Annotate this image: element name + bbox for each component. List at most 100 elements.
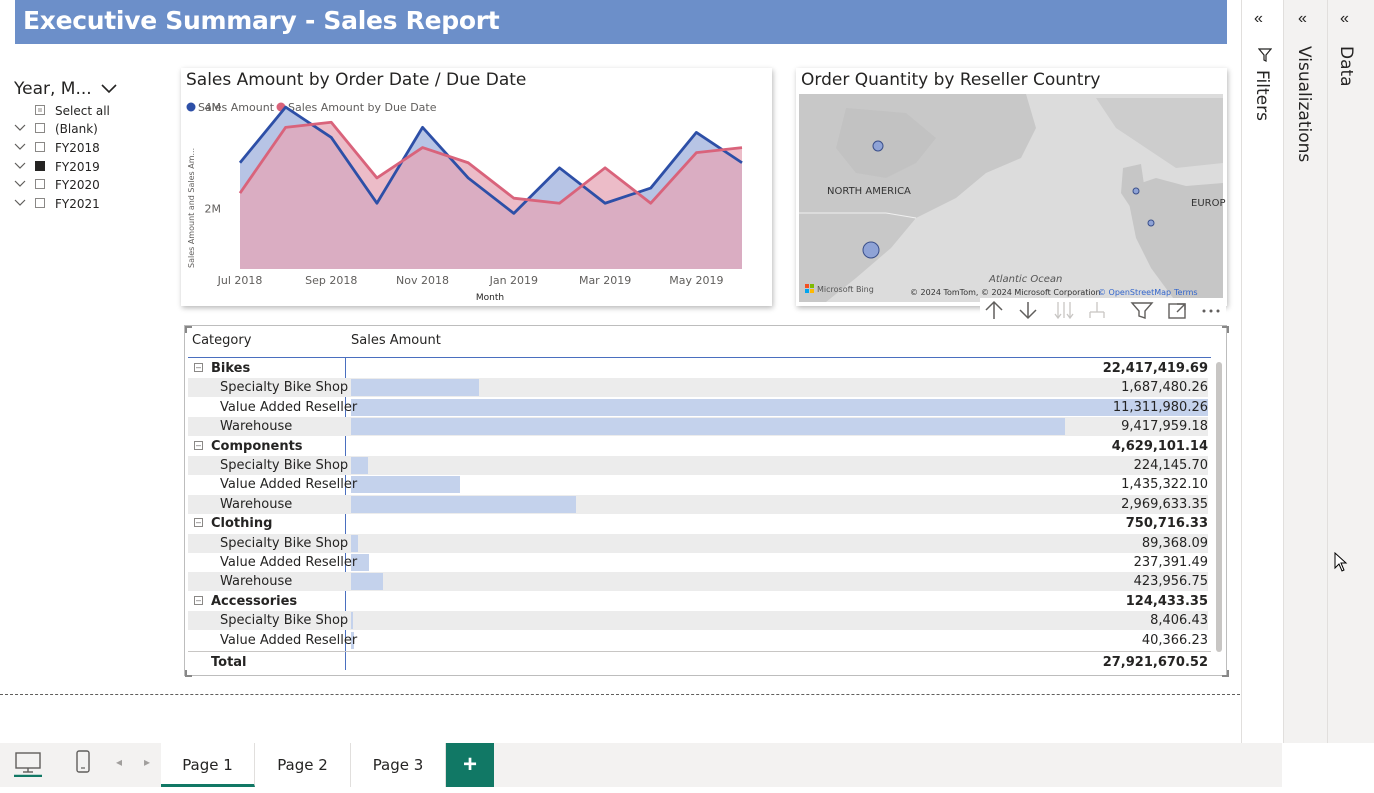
focus-mode-icon[interactable]	[1168, 303, 1186, 319]
row-value: 237,391.49	[1133, 555, 1208, 570]
slicer-item-label: (Blank)	[55, 122, 98, 136]
collapse-visualizations-icon[interactable]: «	[1298, 10, 1307, 28]
collapse-icon[interactable]: –	[194, 518, 203, 528]
group-label: Clothing	[211, 516, 273, 532]
x-tick-label: Sep 2018	[305, 274, 357, 287]
group-label: Components	[211, 438, 303, 454]
map-bubble[interactable]	[1132, 187, 1140, 195]
map-label-europe: EUROP	[1191, 198, 1226, 209]
chevron-down-icon[interactable]	[14, 142, 26, 152]
table-row-band	[188, 494, 1208, 514]
tab-page-1[interactable]: Page 1	[161, 743, 255, 787]
map-bubble[interactable]	[1147, 219, 1155, 227]
line-chart-canvas: Sales Amount Sales Amount by Due Date4M2M…	[186, 101, 743, 303]
legend-label[interactable]: Sales Amount by Due Date	[288, 101, 437, 114]
slicer-item[interactable]: (Blank)	[14, 121, 164, 139]
next-page-icon[interactable]: ▸	[144, 755, 150, 769]
reseller-country-map[interactable]: Order Quantity by Reseller Country NORTH…	[796, 68, 1227, 306]
resize-handle[interactable]	[1222, 670, 1229, 677]
collapse-icon[interactable]: –	[194, 363, 203, 372]
y-tick-label: 2M	[205, 202, 222, 215]
slicer-item-label: FY2020	[55, 178, 100, 192]
column-header-sales-amount[interactable]: Sales Amount	[351, 333, 441, 348]
drill-down-icon[interactable]	[1019, 302, 1037, 320]
expand-hierarchy-icon[interactable]	[1089, 302, 1105, 318]
chevron-down-icon[interactable]	[14, 198, 26, 208]
slicer-checkbox[interactable]	[35, 161, 45, 171]
map-bubble[interactable]	[862, 241, 880, 259]
slicer-item-label: Select all	[55, 104, 110, 118]
column-header-category[interactable]: Category	[192, 333, 251, 348]
mobile-layout-icon[interactable]	[75, 749, 91, 775]
chevron-down-icon[interactable]	[14, 179, 26, 189]
map-attribution: © 2024 TomTom, © 2024 Microsoft Corporat…	[910, 288, 1101, 297]
filter-icon[interactable]	[1130, 302, 1154, 319]
map-terms-link[interactable]: Terms	[1173, 288, 1198, 297]
resize-handle[interactable]	[185, 326, 192, 333]
x-tick-label: May 2019	[669, 274, 723, 287]
slicer-checkbox[interactable]	[35, 105, 45, 115]
row-value: 1,435,322.10	[1121, 477, 1208, 493]
collapse-filters-icon[interactable]: «	[1254, 10, 1263, 28]
group-label: Bikes	[211, 361, 251, 376]
slicer-checkbox[interactable]	[35, 142, 45, 152]
collapse-icon[interactable]: –	[194, 595, 203, 605]
slicer-item[interactable]: FY2019	[14, 159, 164, 177]
row-value: 40,366.23	[1141, 632, 1208, 648]
previous-page-icon[interactable]: ◂	[116, 755, 122, 769]
row-label: Value Added Reseller	[220, 399, 358, 415]
expand-all-down-icon[interactable]	[1054, 302, 1074, 320]
drill-up-icon[interactable]	[985, 300, 1003, 319]
slicer-item[interactable]: FY2018	[14, 140, 164, 158]
resize-handle[interactable]	[185, 670, 192, 677]
page-boundary	[0, 694, 1240, 695]
y-tick-label: 4M	[205, 101, 222, 114]
row-value: 2,969,633.35	[1121, 496, 1208, 512]
table-row-band	[188, 572, 1208, 592]
tab-page-3[interactable]: Page 3	[351, 743, 446, 787]
total-label: Total	[211, 655, 247, 670]
page-tabs-bar: ◂ ▸ Page 1 Page 2 Page 3 +	[0, 743, 1282, 787]
row-label: Value Added Reseller	[220, 477, 358, 493]
filters-pane[interactable]: « Filters	[1241, 0, 1283, 743]
slicer-checkbox[interactable]	[35, 179, 45, 189]
visualizations-pane[interactable]: « Visualizations	[1283, 0, 1327, 743]
total-value: 27,921,670.52	[1102, 655, 1208, 670]
collapse-icon[interactable]: –	[194, 440, 203, 450]
data-pane-label: Data	[1336, 46, 1356, 87]
row-value: 9,417,959.18	[1121, 419, 1208, 435]
filter-icon	[1258, 48, 1272, 62]
map-osm-link[interactable]: © OpenStreetMap	[1098, 288, 1171, 297]
chevron-down-icon[interactable]	[100, 82, 118, 96]
row-label: Specialty Bike Shop	[220, 613, 349, 629]
tab-page-2[interactable]: Page 2	[255, 743, 351, 787]
row-value: 89,368.09	[1141, 535, 1208, 551]
chevron-down-icon[interactable]	[14, 123, 26, 133]
group-total: 124,433.35	[1125, 593, 1208, 609]
vertical-scrollbar[interactable]	[1216, 362, 1222, 652]
collapse-data-icon[interactable]: «	[1340, 10, 1349, 28]
data-bar	[351, 476, 460, 494]
slicer-item[interactable]: Select all	[14, 103, 164, 121]
sales-line-chart[interactable]: Sales Amount by Order Date / Due Date Sa…	[181, 68, 772, 306]
sales-matrix-table[interactable]: Category Sales Amount – Bikes 22,417,419.69 S…	[184, 325, 1229, 677]
x-axis-title: Month	[476, 293, 504, 303]
group-total: 750,716.33	[1125, 516, 1208, 532]
resize-handle[interactable]	[1222, 326, 1229, 333]
data-bar	[351, 573, 383, 591]
desktop-layout-icon[interactable]	[14, 751, 42, 777]
row-value: 224,145.70	[1133, 458, 1208, 473]
slicer-item[interactable]: FY2021	[14, 196, 164, 214]
data-pane[interactable]: « Data	[1327, 0, 1374, 743]
more-options-icon[interactable]	[1202, 309, 1220, 313]
map-bubble[interactable]	[872, 140, 884, 152]
row-label: Specialty Bike Shop	[220, 458, 349, 473]
slicer-checkbox[interactable]	[35, 123, 45, 133]
add-page-button[interactable]: +	[446, 743, 494, 787]
slicer-checkbox[interactable]	[35, 198, 45, 208]
row-value: 1,687,480.26	[1121, 380, 1208, 396]
slicer-item-label: FY2018	[55, 141, 100, 155]
chevron-down-icon[interactable]	[14, 161, 26, 171]
slicer-item[interactable]: FY2020	[14, 177, 164, 195]
row-value: 423,956.75	[1133, 574, 1208, 590]
